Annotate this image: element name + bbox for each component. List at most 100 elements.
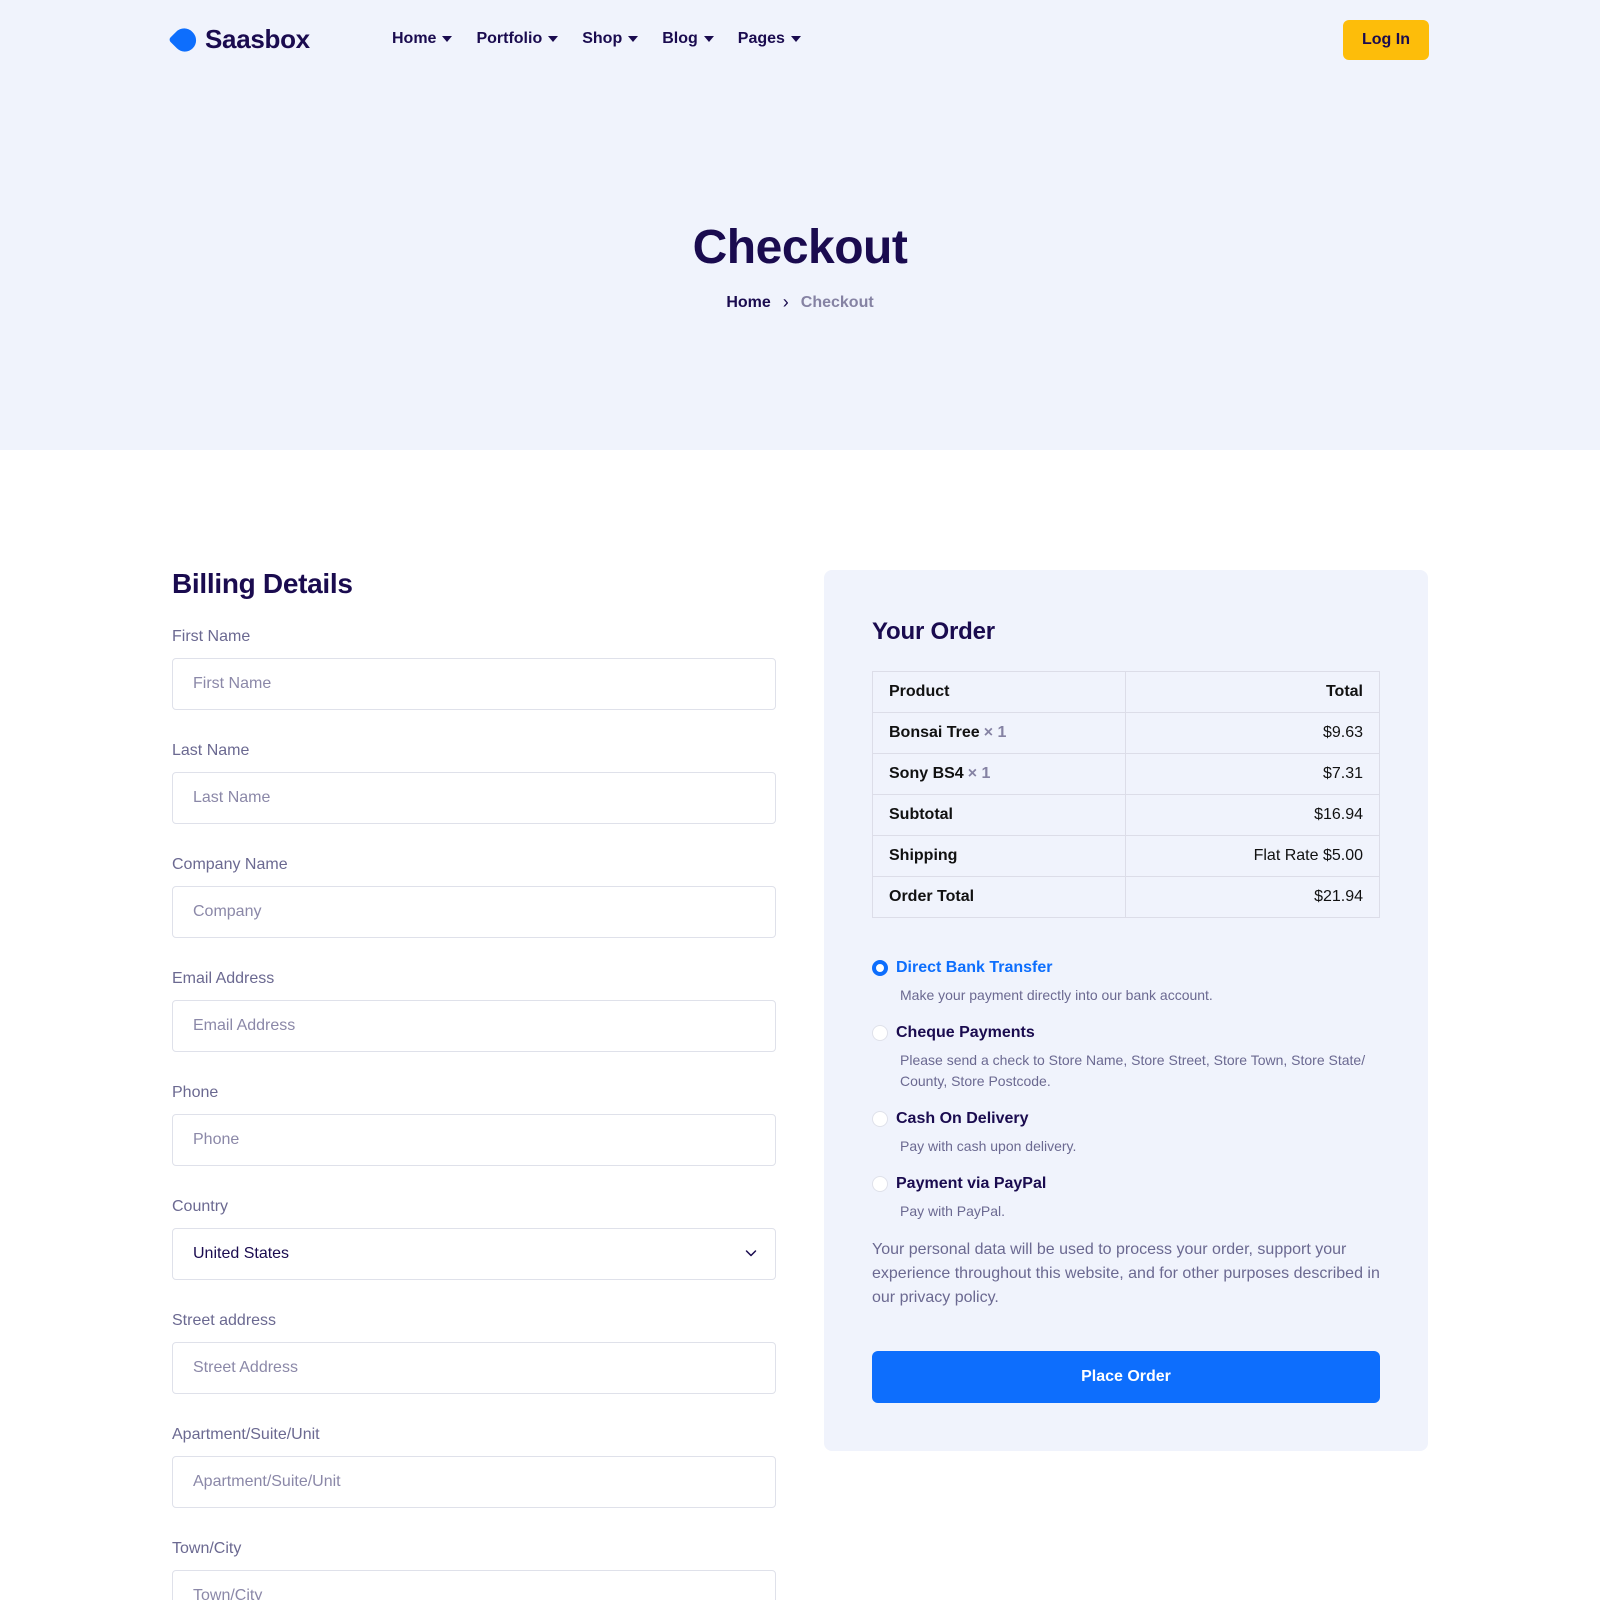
nav-label: Shop bbox=[582, 30, 623, 47]
phone-group: Phone bbox=[172, 1084, 776, 1198]
country-label: Country bbox=[172, 1198, 229, 1215]
country-select[interactable]: United States bbox=[172, 1228, 776, 1280]
last-name-input[interactable] bbox=[172, 772, 776, 824]
email-label: Email Address bbox=[172, 970, 275, 987]
subtotal-value: $16.94 bbox=[1125, 794, 1380, 836]
payment-title: Direct Bank Transfer bbox=[896, 959, 1053, 976]
billing-details: Billing Details First Name Last Name Com… bbox=[172, 568, 776, 1600]
nav-item-portfolio[interactable]: Portfolio bbox=[476, 30, 559, 48]
last-name-group: Last Name bbox=[172, 742, 776, 856]
first-name-label: First Name bbox=[172, 628, 251, 645]
phone-label: Phone bbox=[172, 1084, 219, 1101]
street-group: Street address bbox=[172, 1312, 776, 1426]
payment-option-head[interactable]: Cheque Payments bbox=[872, 1024, 1380, 1042]
payment-option-head[interactable]: Cash On Delivery bbox=[872, 1110, 1380, 1128]
caret-down-icon bbox=[548, 36, 559, 42]
table-row: Bonsai Tree × 1 $9.63 bbox=[872, 712, 1380, 754]
breadcrumb: Home › Checkout bbox=[0, 292, 1600, 313]
nav-label: Portfolio bbox=[476, 30, 543, 47]
order-total-label: Order Total bbox=[872, 876, 1126, 918]
shipping-row: Shipping Flat Rate $5.00 bbox=[872, 835, 1380, 877]
nav-item-shop[interactable]: Shop bbox=[582, 30, 639, 48]
payment-methods: Direct Bank Transfer Make your payment d… bbox=[872, 959, 1380, 1240]
payment-description: Pay with cash upon delivery. bbox=[900, 1138, 1077, 1154]
caret-down-icon bbox=[703, 36, 714, 42]
order-table: Product Total Bonsai Tree × 1 $9.63 Sony … bbox=[872, 671, 1380, 918]
chevron-down-icon bbox=[745, 1250, 757, 1257]
payment-option-head[interactable]: Payment via PayPal bbox=[872, 1175, 1380, 1193]
page-title: Checkout bbox=[692, 221, 908, 274]
email-group: Email Address bbox=[172, 970, 776, 1084]
phone-input[interactable] bbox=[172, 1114, 776, 1166]
order-total-value: $21.94 bbox=[1125, 876, 1380, 918]
nav-label: Pages bbox=[737, 30, 785, 47]
first-name-input[interactable] bbox=[172, 658, 776, 710]
caret-down-icon bbox=[442, 36, 453, 42]
radio-unchecked[interactable] bbox=[872, 1176, 888, 1192]
subtotal-row: Subtotal $16.94 bbox=[872, 794, 1380, 836]
nav-label: Home bbox=[392, 30, 437, 47]
header-total: Total bbox=[1125, 671, 1380, 713]
chevron-right-icon: › bbox=[782, 292, 789, 312]
privacy-notice: Your personal data will be used to proce… bbox=[872, 1241, 1380, 1306]
table-row: Sony BS4 × 1 $7.31 bbox=[872, 753, 1380, 795]
caret-down-icon bbox=[790, 36, 801, 42]
town-group: Town/City bbox=[172, 1540, 776, 1600]
product-total: $9.63 bbox=[1125, 712, 1380, 754]
shipping-value: Flat Rate $5.00 bbox=[1125, 835, 1380, 877]
subtotal-label: Subtotal bbox=[872, 794, 1126, 836]
company-group: Company Name bbox=[172, 856, 776, 970]
breadcrumb-current: Checkout bbox=[800, 293, 874, 311]
payment-option-cash: Cash On Delivery Pay with cash upon deli… bbox=[872, 1110, 1380, 1157]
radio-unchecked[interactable] bbox=[872, 1025, 888, 1041]
product-qty: × 1 bbox=[983, 724, 1007, 741]
email-input[interactable] bbox=[172, 1000, 776, 1052]
header-product: Product bbox=[872, 671, 1126, 713]
product-qty: × 1 bbox=[967, 765, 991, 782]
country-select-value: United States bbox=[193, 1245, 290, 1262]
last-name-label: Last Name bbox=[172, 742, 250, 759]
caret-down-icon bbox=[628, 36, 639, 42]
main-nav: Home Portfolio Shop Blog Pages bbox=[392, 30, 801, 48]
breadcrumb-home-link[interactable]: Home bbox=[726, 294, 770, 312]
payment-description: Please send a check to Store Name, Store… bbox=[900, 1052, 1366, 1089]
logo[interactable]: Saasbox bbox=[168, 23, 310, 56]
product-name: Bonsai Tree bbox=[889, 724, 980, 741]
payment-description: Make your payment directly into our bank… bbox=[900, 987, 1213, 1003]
product-cell: Bonsai Tree × 1 bbox=[872, 712, 1126, 754]
radio-checked[interactable] bbox=[872, 960, 888, 976]
apartment-label: Apartment/Suite/Unit bbox=[172, 1426, 320, 1443]
order-total-row: Order Total $21.94 bbox=[872, 876, 1380, 918]
product-total: $7.31 bbox=[1125, 753, 1380, 795]
table-header-row: Product Total bbox=[872, 671, 1380, 713]
place-order-button[interactable]: Place Order bbox=[872, 1351, 1380, 1403]
payment-option-bank-transfer: Direct Bank Transfer Make your payment d… bbox=[872, 959, 1380, 1006]
street-label: Street address bbox=[172, 1312, 277, 1329]
first-name-group: First Name bbox=[172, 628, 776, 742]
payment-option-paypal: Payment via PayPal Pay with PayPal. bbox=[872, 1175, 1380, 1222]
order-title: Your Order bbox=[872, 618, 995, 645]
radio-unchecked[interactable] bbox=[872, 1111, 888, 1127]
company-input[interactable] bbox=[172, 886, 776, 938]
country-group: Country United States bbox=[172, 1198, 776, 1312]
payment-title: Cheque Payments bbox=[896, 1024, 1035, 1041]
product-cell: Sony BS4 × 1 bbox=[872, 753, 1126, 795]
product-name: Sony BS4 bbox=[889, 765, 964, 782]
login-button[interactable]: Log In bbox=[1343, 20, 1429, 60]
town-input[interactable] bbox=[172, 1570, 776, 1600]
payment-option-head[interactable]: Direct Bank Transfer bbox=[872, 959, 1380, 977]
apartment-input[interactable] bbox=[172, 1456, 776, 1508]
nav-item-blog[interactable]: Blog bbox=[662, 30, 714, 48]
nav-label: Blog bbox=[662, 30, 698, 47]
nav-item-home[interactable]: Home bbox=[392, 30, 453, 48]
billing-title: Billing Details bbox=[172, 568, 353, 599]
order-summary-card: Your Order Product Total Bonsai Tree × 1 … bbox=[824, 570, 1428, 1451]
logo-text: Saasbox bbox=[205, 24, 310, 54]
payment-title: Cash On Delivery bbox=[896, 1110, 1029, 1127]
nav-item-pages[interactable]: Pages bbox=[738, 30, 801, 48]
street-input[interactable] bbox=[172, 1342, 776, 1394]
apartment-group: Apartment/Suite/Unit bbox=[172, 1426, 776, 1540]
payment-title: Payment via PayPal bbox=[896, 1175, 1047, 1192]
payment-option-cheque: Cheque Payments Please send a check to S… bbox=[872, 1024, 1380, 1092]
shipping-label: Shipping bbox=[872, 835, 1126, 877]
